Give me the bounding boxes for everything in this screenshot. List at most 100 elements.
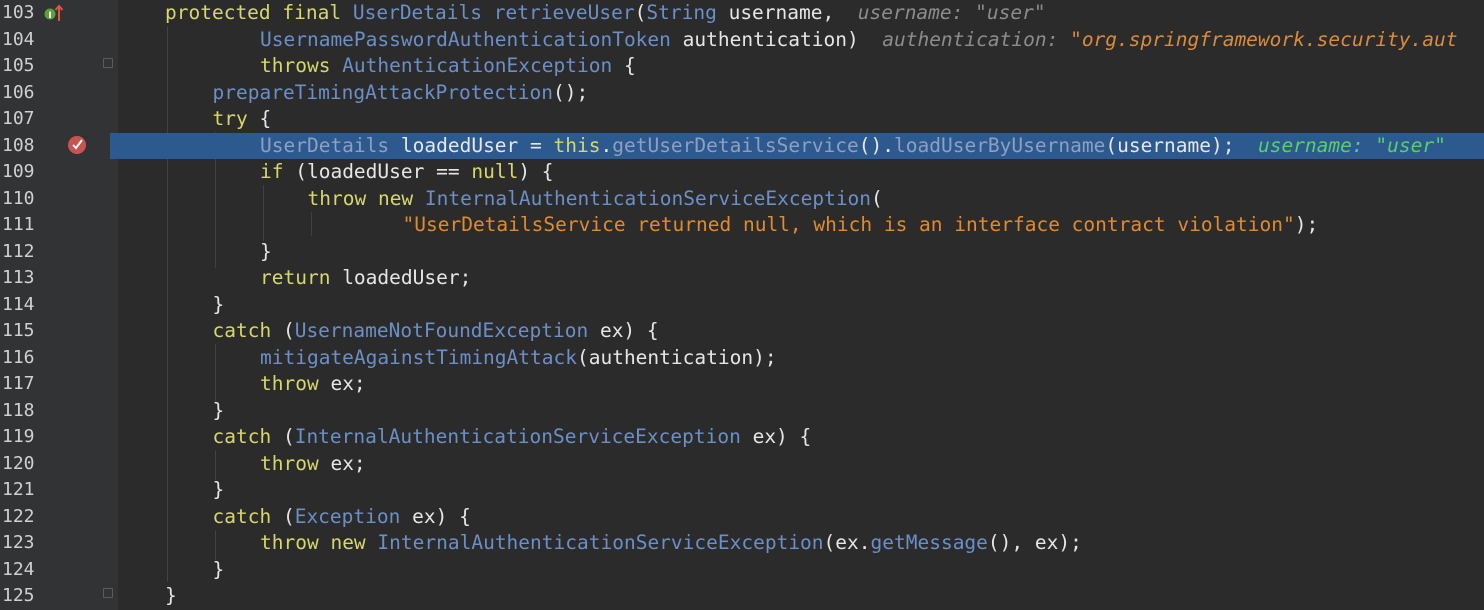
line-number[interactable]: 106 — [0, 80, 36, 107]
line-number[interactable]: 121 — [0, 477, 36, 504]
code-token: protected — [165, 1, 283, 24]
line-number[interactable]: 120 — [0, 451, 36, 478]
code-line[interactable]: throw ex; — [118, 451, 1484, 478]
code-line[interactable]: } — [118, 292, 1484, 319]
code-token: (username); — [1105, 133, 1235, 157]
code-token: new — [377, 186, 425, 210]
line-number[interactable]: 125 — [0, 583, 36, 610]
line-number[interactable]: 123 — [0, 530, 36, 557]
line-number[interactable]: 104 — [0, 27, 36, 54]
code-token: return — [260, 266, 343, 289]
line-number[interactable]: 118 — [0, 398, 36, 425]
code-line[interactable]: catch (UsernameNotFoundException ex) { — [118, 318, 1484, 345]
code-token: ( — [282, 319, 295, 342]
line-number[interactable]: 111 — [0, 212, 36, 239]
override-implements-icon[interactable]: I — [44, 4, 64, 22]
code-line[interactable]: return loadedUser; — [118, 265, 1484, 292]
code-line[interactable]: } — [118, 239, 1484, 266]
breakpoint-check-icon[interactable] — [66, 133, 88, 155]
line-number[interactable]: 103 — [0, 0, 36, 27]
code-token: if — [260, 160, 296, 183]
code-token: { — [259, 107, 272, 130]
code-area[interactable]: protected final UserDetails retrieveUser… — [110, 0, 1484, 610]
code-token: getUserDetailsService — [612, 133, 859, 157]
code-line[interactable]: mitigateAgainstTimingAttack(authenticati… — [118, 345, 1484, 372]
code-token: prepareTimingAttackProtection — [212, 80, 553, 104]
line-number[interactable]: 115 — [0, 318, 36, 345]
code-token: { — [623, 54, 636, 77]
code-token: ) { — [518, 160, 554, 183]
code-token: InternalAuthenticationServiceException — [424, 186, 872, 210]
code-token: } — [212, 398, 225, 422]
code-token: . — [600, 133, 613, 157]
code-token: } — [212, 292, 225, 316]
code-token: ); — [1294, 213, 1319, 236]
code-token: catch — [212, 504, 283, 528]
code-line[interactable]: throw new InternalAuthenticationServiceE… — [118, 530, 1484, 557]
code-token: UsernameNotFoundException — [294, 319, 600, 342]
code-token: InternalAuthenticationServiceException — [294, 425, 753, 448]
code-token: (loadedUser == — [295, 160, 472, 183]
line-number[interactable]: 105 — [0, 53, 36, 80]
current-execution-line[interactable]: UserDetails loadedUser = this.getUserDet… — [110, 132, 1484, 159]
line-number[interactable]: 112 — [0, 239, 36, 266]
code-token: mitigateAgainstTimingAttack — [260, 345, 577, 369]
line-number[interactable]: 109 — [0, 159, 36, 186]
line-number[interactable]: 124 — [0, 557, 36, 584]
code-line[interactable]: } — [118, 557, 1484, 584]
code-line[interactable]: "UserDetailsService returned null, which… — [118, 212, 1484, 239]
code-line[interactable]: protected final UserDetails retrieveUser… — [118, 0, 1484, 27]
fold-marker-icon[interactable] — [103, 588, 113, 598]
code-token: catch — [212, 425, 283, 448]
code-token: catch — [212, 319, 283, 342]
code-token: ex; — [330, 372, 366, 395]
line-number[interactable]: 107 — [0, 106, 36, 133]
code-line[interactable]: } — [118, 477, 1484, 504]
code-line[interactable]: } — [118, 583, 1484, 610]
code-editor[interactable]: 103 104 105 106 107 108 109 110 111 112 113 114 115 1… — [0, 0, 1484, 610]
code-token: ( — [282, 504, 295, 528]
line-number[interactable]: 116 — [0, 345, 36, 372]
svg-text:I: I — [48, 11, 51, 21]
code-token: ex) { — [412, 504, 471, 528]
line-number[interactable]: 108 — [0, 133, 36, 160]
code-line[interactable]: UsernamePasswordAuthenticationToken auth… — [118, 27, 1484, 54]
code-token: } — [212, 478, 225, 501]
line-number[interactable]: 122 — [0, 504, 36, 531]
line-number[interactable]: 117 — [0, 371, 36, 398]
code-line[interactable]: catch (Exception ex) { — [118, 504, 1484, 531]
line-number[interactable]: 114 — [0, 292, 36, 319]
code-token: (), ex); — [987, 531, 1082, 554]
code-line[interactable]: throws AuthenticationException { — [118, 53, 1484, 80]
line-number[interactable]: 113 — [0, 265, 36, 292]
code-line[interactable]: try { — [118, 106, 1484, 133]
code-token: ( — [634, 1, 647, 24]
code-token: null — [471, 160, 519, 183]
code-token: this — [553, 133, 601, 157]
code-token: throw — [307, 186, 378, 210]
code-line[interactable]: if (loadedUser == null) { — [118, 159, 1484, 186]
code-token: InternalAuthenticationServiceException — [377, 531, 824, 554]
line-number[interactable]: 110 — [0, 186, 36, 213]
code-token: } — [260, 239, 272, 263]
editor-gutter[interactable]: 103 104 105 106 107 108 109 110 111 112 113 114 115 1… — [0, 0, 118, 610]
code-token: (); — [552, 80, 589, 104]
code-token: "UserDetailsService returned null, which… — [402, 213, 1295, 236]
code-token: UserDetails — [352, 1, 494, 24]
code-token: new — [330, 531, 378, 554]
code-token: (authentication); — [576, 345, 777, 369]
code-line[interactable]: prepareTimingAttackProtection(); — [118, 80, 1484, 107]
code-line[interactable]: throw new InternalAuthenticationServiceE… — [118, 186, 1484, 213]
code-token: loadUserByUsername — [894, 133, 1106, 157]
code-line[interactable]: } — [118, 398, 1484, 425]
code-line[interactable]: throw ex; — [118, 371, 1484, 398]
code-token: loadedUser = — [400, 133, 554, 157]
fold-marker-icon[interactable] — [103, 58, 113, 68]
line-number[interactable]: 119 — [0, 424, 36, 451]
code-token: (ex. — [823, 531, 871, 554]
code-token: try — [212, 107, 260, 130]
inline-debug-value: username: "user" — [1234, 133, 1446, 157]
inline-debug-value: authentication: — [858, 27, 1071, 51]
code-line[interactable]: catch (InternalAuthenticationServiceExce… — [118, 424, 1484, 451]
code-token: authentication) — [682, 27, 859, 51]
